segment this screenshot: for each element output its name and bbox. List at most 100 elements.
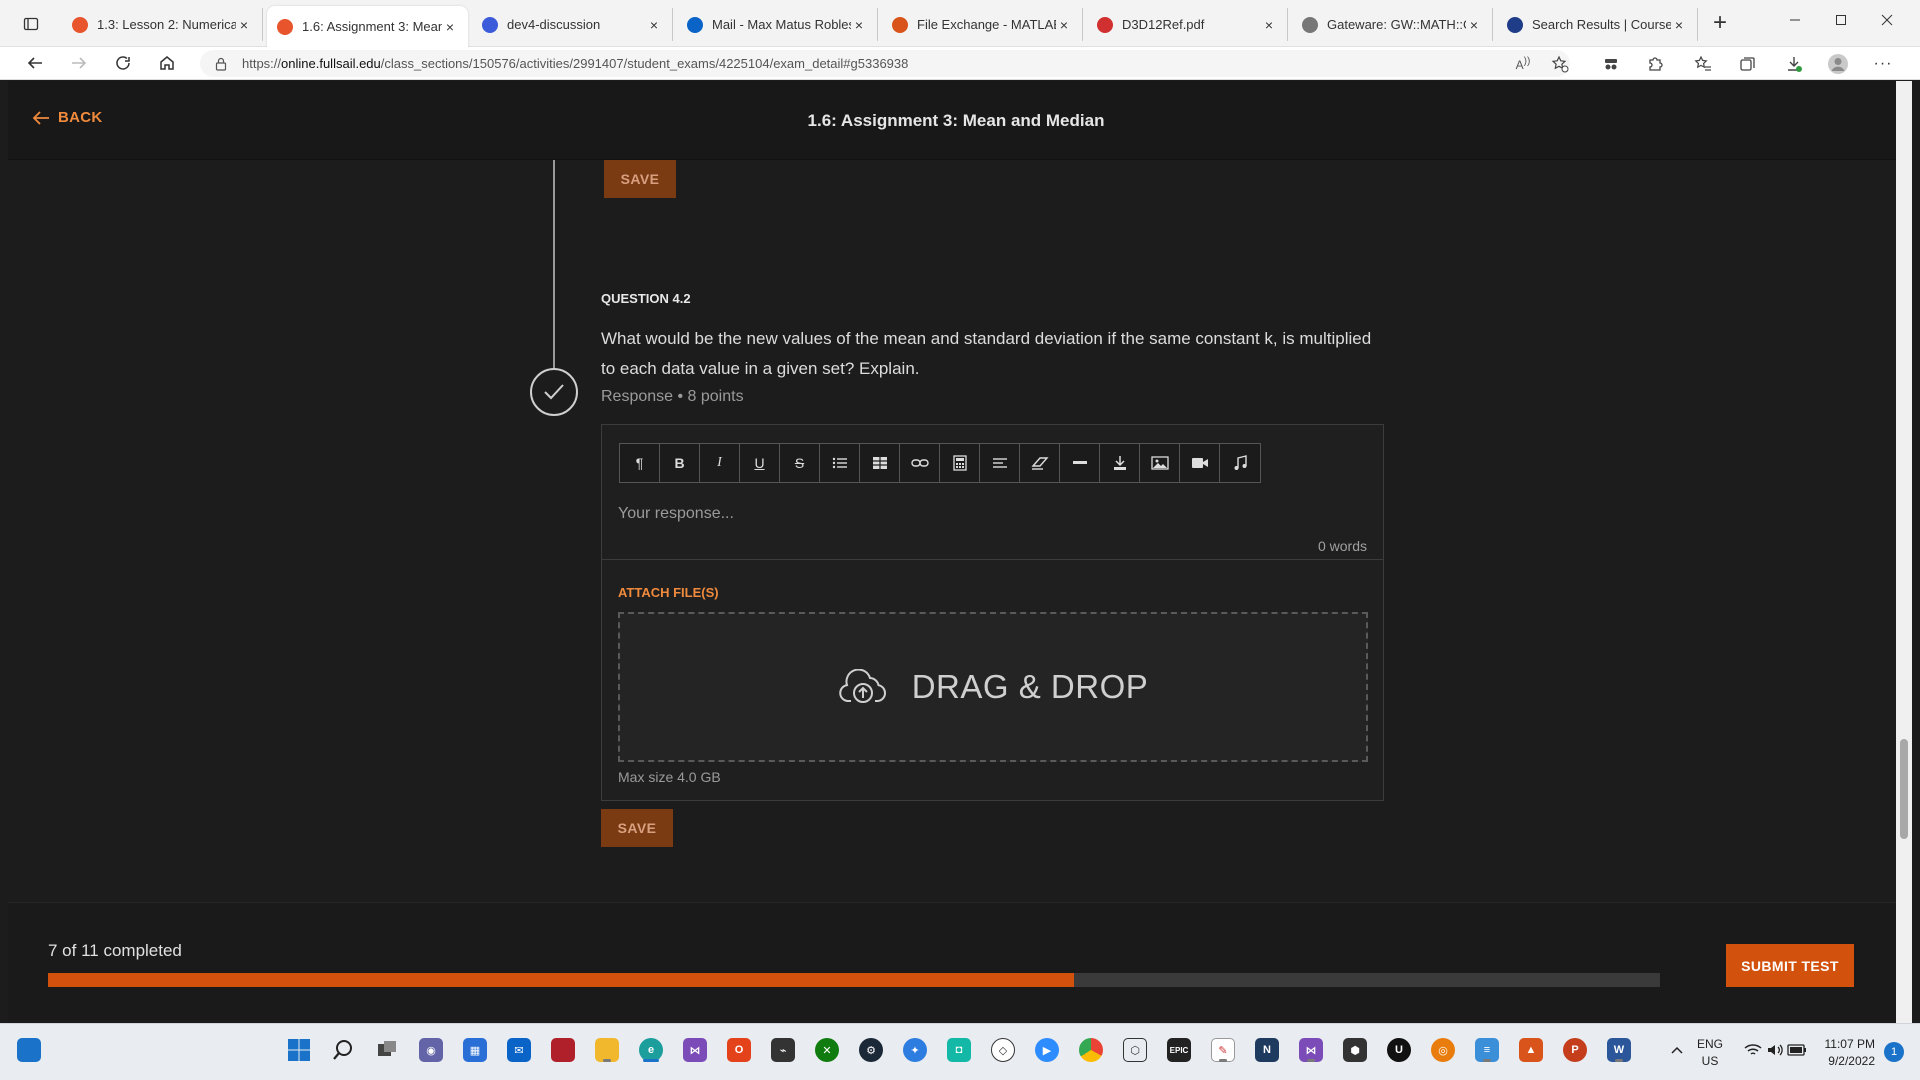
- tab-close-icon[interactable]: ×: [1261, 17, 1277, 33]
- browser-tab[interactable]: dev4-discussion ×: [472, 8, 673, 41]
- favorites-button[interactable]: [1688, 50, 1718, 77]
- url-field[interactable]: https://online.fullsail.edu/class_sectio…: [200, 50, 1570, 77]
- previous-save-button[interactable]: SAVE: [604, 160, 676, 198]
- calculator-button[interactable]: [940, 444, 980, 482]
- browser-tab[interactable]: File Exchange - MATLAB C×: [882, 8, 1083, 41]
- paragraph-button[interactable]: ¶: [620, 444, 660, 482]
- incognito-icon: [1605, 58, 1617, 69]
- show-hidden-icons-button[interactable]: [1662, 1035, 1692, 1065]
- file-explorer-button[interactable]: [592, 1035, 622, 1065]
- tab-close-icon[interactable]: ×: [1056, 17, 1072, 33]
- align-button[interactable]: [980, 444, 1020, 482]
- strikethrough-button[interactable]: S: [780, 444, 820, 482]
- chat-button[interactable]: ◉: [416, 1035, 446, 1065]
- refresh-button[interactable]: [108, 49, 138, 77]
- underline-button[interactable]: U: [740, 444, 780, 482]
- browser-tab[interactable]: D3D12Ref.pdf ×: [1087, 8, 1288, 41]
- browser-tab[interactable]: Gateware: GW::MATH::GM×: [1292, 8, 1493, 41]
- response-editor[interactable]: Your response...: [602, 483, 1383, 539]
- app-button-22[interactable]: ⬢: [1340, 1035, 1370, 1065]
- clear-format-button[interactable]: [1020, 444, 1060, 482]
- close-window-button[interactable]: [1864, 0, 1910, 40]
- new-tab-button[interactable]: +: [1706, 10, 1734, 38]
- search-button[interactable]: [328, 1035, 358, 1065]
- minimize-button[interactable]: [1772, 0, 1818, 40]
- read-aloud-button[interactable]: A)): [1508, 50, 1538, 77]
- paragraph-icon: ¶: [635, 455, 644, 471]
- powerpoint-button[interactable]: P: [1560, 1035, 1590, 1065]
- tab-close-icon[interactable]: ×: [646, 17, 662, 33]
- insert-audio-button[interactable]: [1220, 444, 1260, 482]
- tab-actions-button[interactable]: [0, 0, 62, 47]
- word-button[interactable]: W: [1604, 1035, 1634, 1065]
- tab-close-icon[interactable]: ×: [442, 19, 458, 35]
- bullet-list-button[interactable]: [820, 444, 860, 482]
- home-button[interactable]: [152, 49, 182, 77]
- app-button-12[interactable]: ✦: [900, 1035, 930, 1065]
- save-button[interactable]: SAVE: [601, 809, 673, 847]
- maximize-button[interactable]: [1818, 0, 1864, 40]
- downloads-button[interactable]: [1779, 50, 1809, 77]
- tab-close-icon[interactable]: ×: [1671, 17, 1687, 33]
- back-nav-button[interactable]: [20, 49, 50, 77]
- widgets-button[interactable]: [14, 1035, 44, 1065]
- horizontal-rule-button[interactable]: [1060, 444, 1100, 482]
- page-scrollbar[interactable]: [1896, 81, 1912, 1023]
- tab-close-icon[interactable]: ×: [236, 17, 252, 33]
- extension-button[interactable]: [1596, 50, 1626, 77]
- battery-button[interactable]: [1782, 1035, 1812, 1065]
- tab-close-icon[interactable]: ×: [851, 17, 867, 33]
- submit-test-button[interactable]: SUBMIT TEST: [1726, 944, 1854, 987]
- chrome-icon: [1079, 1038, 1103, 1062]
- system-clock[interactable]: 11:07 PM 9/2/2022: [1815, 1036, 1875, 1070]
- unity-button[interactable]: ◇: [988, 1035, 1018, 1065]
- app-button-19[interactable]: ✎: [1208, 1035, 1238, 1065]
- scrollbar-thumb[interactable]: [1900, 739, 1908, 839]
- tab-close-icon[interactable]: ×: [1466, 17, 1482, 33]
- game-app-button[interactable]: [548, 1035, 578, 1065]
- forward-nav-button[interactable]: [64, 49, 94, 77]
- matlab-button[interactable]: ▲: [1516, 1035, 1546, 1065]
- task-view-button[interactable]: [372, 1035, 402, 1065]
- app-button-17[interactable]: ⬡: [1120, 1035, 1150, 1065]
- notification-badge[interactable]: 1: [1884, 1042, 1904, 1062]
- favorites-icon: [1694, 55, 1711, 71]
- xbox-button[interactable]: ✕: [812, 1035, 842, 1065]
- mail-app-button[interactable]: ✉: [504, 1035, 534, 1065]
- visual-studio-button[interactable]: ⋈: [680, 1035, 710, 1065]
- add-favorite-button[interactable]: [1545, 50, 1575, 77]
- file-dropzone[interactable]: DRAG & DROP: [618, 612, 1368, 762]
- collections-button[interactable]: [1733, 50, 1763, 77]
- browser-tab[interactable]: Search Results | Course He×: [1497, 8, 1698, 41]
- chrome-button[interactable]: [1076, 1035, 1106, 1065]
- zoom-button[interactable]: ▶: [1032, 1035, 1062, 1065]
- insert-video-button[interactable]: [1180, 444, 1220, 482]
- settings-menu-button[interactable]: ···: [1868, 50, 1898, 77]
- app-button-13[interactable]: ◘: [944, 1035, 974, 1065]
- notepad-button[interactable]: ≡: [1472, 1035, 1502, 1065]
- link-button[interactable]: [900, 444, 940, 482]
- profile-button[interactable]: [1823, 50, 1853, 77]
- browser-tab[interactable]: 1.3: Lesson 2: Numerical D×: [62, 8, 263, 41]
- browser-tab[interactable]: Mail - Max Matus Robles - ×: [677, 8, 878, 41]
- office-button[interactable]: O: [724, 1035, 754, 1065]
- store-button[interactable]: ▦: [460, 1035, 490, 1065]
- steam-button[interactable]: ⚙: [856, 1035, 886, 1065]
- start-button[interactable]: [284, 1035, 314, 1065]
- blender-button[interactable]: ◎: [1428, 1035, 1458, 1065]
- language-indicator[interactable]: ENG US: [1697, 1036, 1723, 1070]
- bold-button[interactable]: B: [660, 444, 700, 482]
- insert-file-button[interactable]: [1100, 444, 1140, 482]
- app-button-9[interactable]: ⌁: [768, 1035, 798, 1065]
- unreal-button[interactable]: U: [1384, 1035, 1414, 1065]
- visual-studio-2-button[interactable]: ⋈: [1296, 1035, 1326, 1065]
- insert-image-button[interactable]: [1140, 444, 1180, 482]
- table-button[interactable]: [860, 444, 900, 482]
- app-button-20[interactable]: N: [1252, 1035, 1282, 1065]
- extensions-button[interactable]: [1640, 50, 1670, 77]
- epic-games-button[interactable]: EPIC: [1164, 1035, 1194, 1065]
- italic-button[interactable]: I: [700, 444, 740, 482]
- browser-tab[interactable]: 1.6: Assignment 3: Mean a ×: [267, 6, 468, 47]
- edge-button[interactable]: e: [636, 1035, 666, 1065]
- bullet-list-icon: [832, 457, 847, 469]
